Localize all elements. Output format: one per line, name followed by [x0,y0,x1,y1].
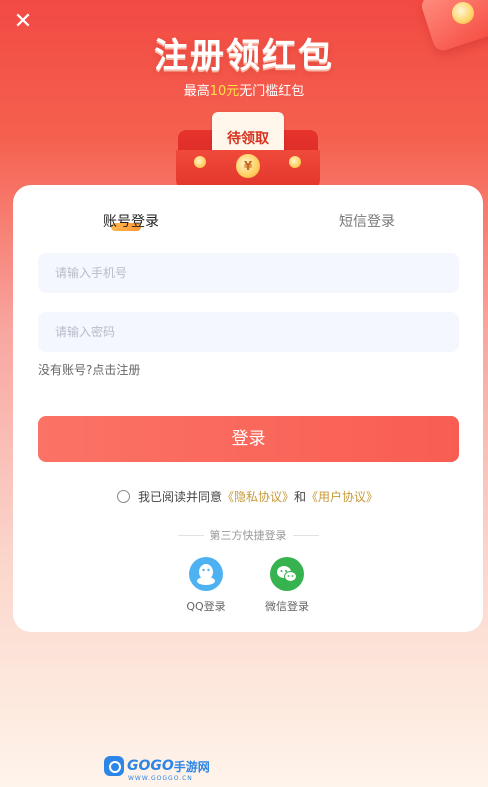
qq-icon [189,557,223,591]
decorative-coin-icon [452,2,474,24]
third-party-title: 第三方快捷登录 [209,529,287,542]
watermark-suffix: 手游网 [173,759,210,774]
watermark-logo: GOGO 手游网 [104,755,210,777]
agreement-prefix: 我已阅读并同意 [138,490,223,504]
phone-input[interactable] [38,253,459,293]
third-party-divider: 第三方快捷登录 [13,527,483,543]
qq-login-button[interactable]: QQ登录 [176,557,236,614]
subtitle-highlight: 10元 [209,84,240,99]
coin-dot-icon [194,156,206,168]
wechat-login-button[interactable]: 微信登录 [257,557,317,614]
agreement-row: 我已阅读并同意《隐私协议》和《用户协议》 [117,488,378,505]
agreement-checkbox[interactable] [117,490,130,503]
qq-login-label: QQ登录 [186,600,226,613]
register-link[interactable]: 没有账号?点击注册 [38,361,140,378]
envelope-label: 待领取 [227,131,269,147]
privacy-policy-link[interactable]: 《隐私协议》 [222,490,294,504]
divider-line [292,535,319,536]
wechat-icon [270,557,304,591]
page-title: 注册领红包 [154,36,334,76]
gogo-logo-icon [104,756,124,776]
tab-account-login[interactable]: 账号登录 [101,211,161,231]
agreement-and: 和 [294,490,307,504]
divider-line [177,535,204,536]
page-subtitle: 最高10元无门槛红包 [0,80,488,99]
coin-dot-icon [289,156,301,168]
login-button[interactable]: 登录 [38,416,459,462]
wechat-login-label: 微信登录 [265,600,309,613]
yuan-coin-icon: ¥ [236,154,260,178]
watermark-url: WWW.GOGGO.CN [128,775,193,782]
password-input[interactable] [38,312,459,352]
watermark-brand: GOGO [127,758,174,774]
subtitle-suffix: 无门槛红包 [239,84,305,99]
tab-sms-login[interactable]: 短信登录 [335,211,399,231]
subtitle-prefix: 最高 [183,84,210,99]
user-agreement-link[interactable]: 《用户协议》 [306,490,378,504]
login-card: 账号登录 短信登录 没有账号?点击注册 登录 我已阅读并同意《隐私协议》和《用户… [13,185,483,632]
